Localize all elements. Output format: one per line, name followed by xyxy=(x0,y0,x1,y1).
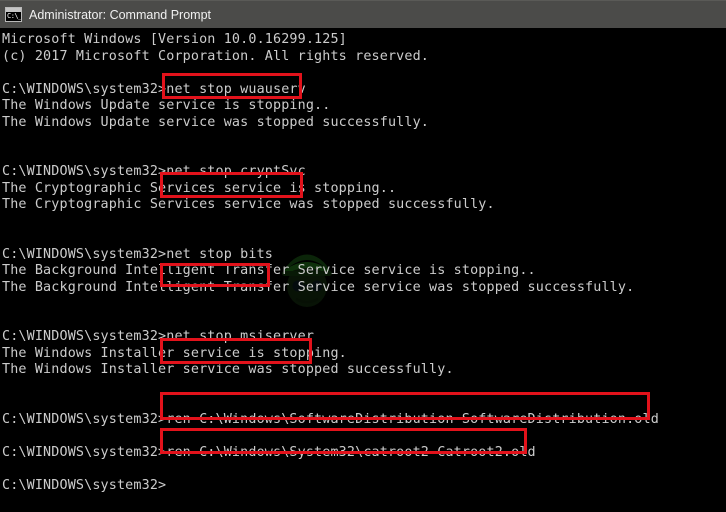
console-output-area[interactable]: Microsoft Windows [Version 10.0.16299.12… xyxy=(0,28,726,512)
console-line: The Background Intelligent Transfer Serv… xyxy=(2,279,635,295)
console-line: (c) 2017 Microsoft Corporation. All righ… xyxy=(2,48,430,64)
console-line: The Cryptographic Services service was s… xyxy=(2,197,495,212)
command-prompt-icon-glyph: C:\_ xyxy=(7,12,22,20)
console-line: The Windows Installer service is stoppin… xyxy=(2,345,347,361)
console-line: Microsoft Windows [Version 10.0.16299.12… xyxy=(2,32,347,47)
console-line: C:\WINDOWS\system32> xyxy=(2,477,167,493)
command-prompt-window: C:\_ Administrator: Command Prompt Micro… xyxy=(0,0,726,512)
titlebar[interactable]: C:\_ Administrator: Command Prompt xyxy=(0,0,726,28)
console-line: The Background Intelligent Transfer Serv… xyxy=(2,263,536,278)
console-line: C:\WINDOWS\system32>ren C:\Windows\Syste… xyxy=(2,444,536,460)
console-line: The Windows Installer service was stoppe… xyxy=(2,362,454,377)
console-line: C:\WINDOWS\system32>net stop wuauserv xyxy=(2,81,306,97)
console-line: C:\WINDOWS\system32>net stop msiserver xyxy=(2,329,315,344)
console-line: C:\WINDOWS\system32>ren C:\Windows\Softw… xyxy=(2,411,659,427)
console-line: C:\WINDOWS\system32>net stop cryptSvc xyxy=(2,164,306,179)
console-line: The Cryptographic Services service is st… xyxy=(2,180,397,196)
console-line: C:\WINDOWS\system32>net stop bits xyxy=(2,246,273,262)
command-prompt-icon: C:\_ xyxy=(5,7,22,22)
console-line: The Windows Update service was stopped s… xyxy=(2,114,430,130)
console-line: The Windows Update service is stopping.. xyxy=(2,98,331,113)
window-title: Administrator: Command Prompt xyxy=(29,7,212,22)
